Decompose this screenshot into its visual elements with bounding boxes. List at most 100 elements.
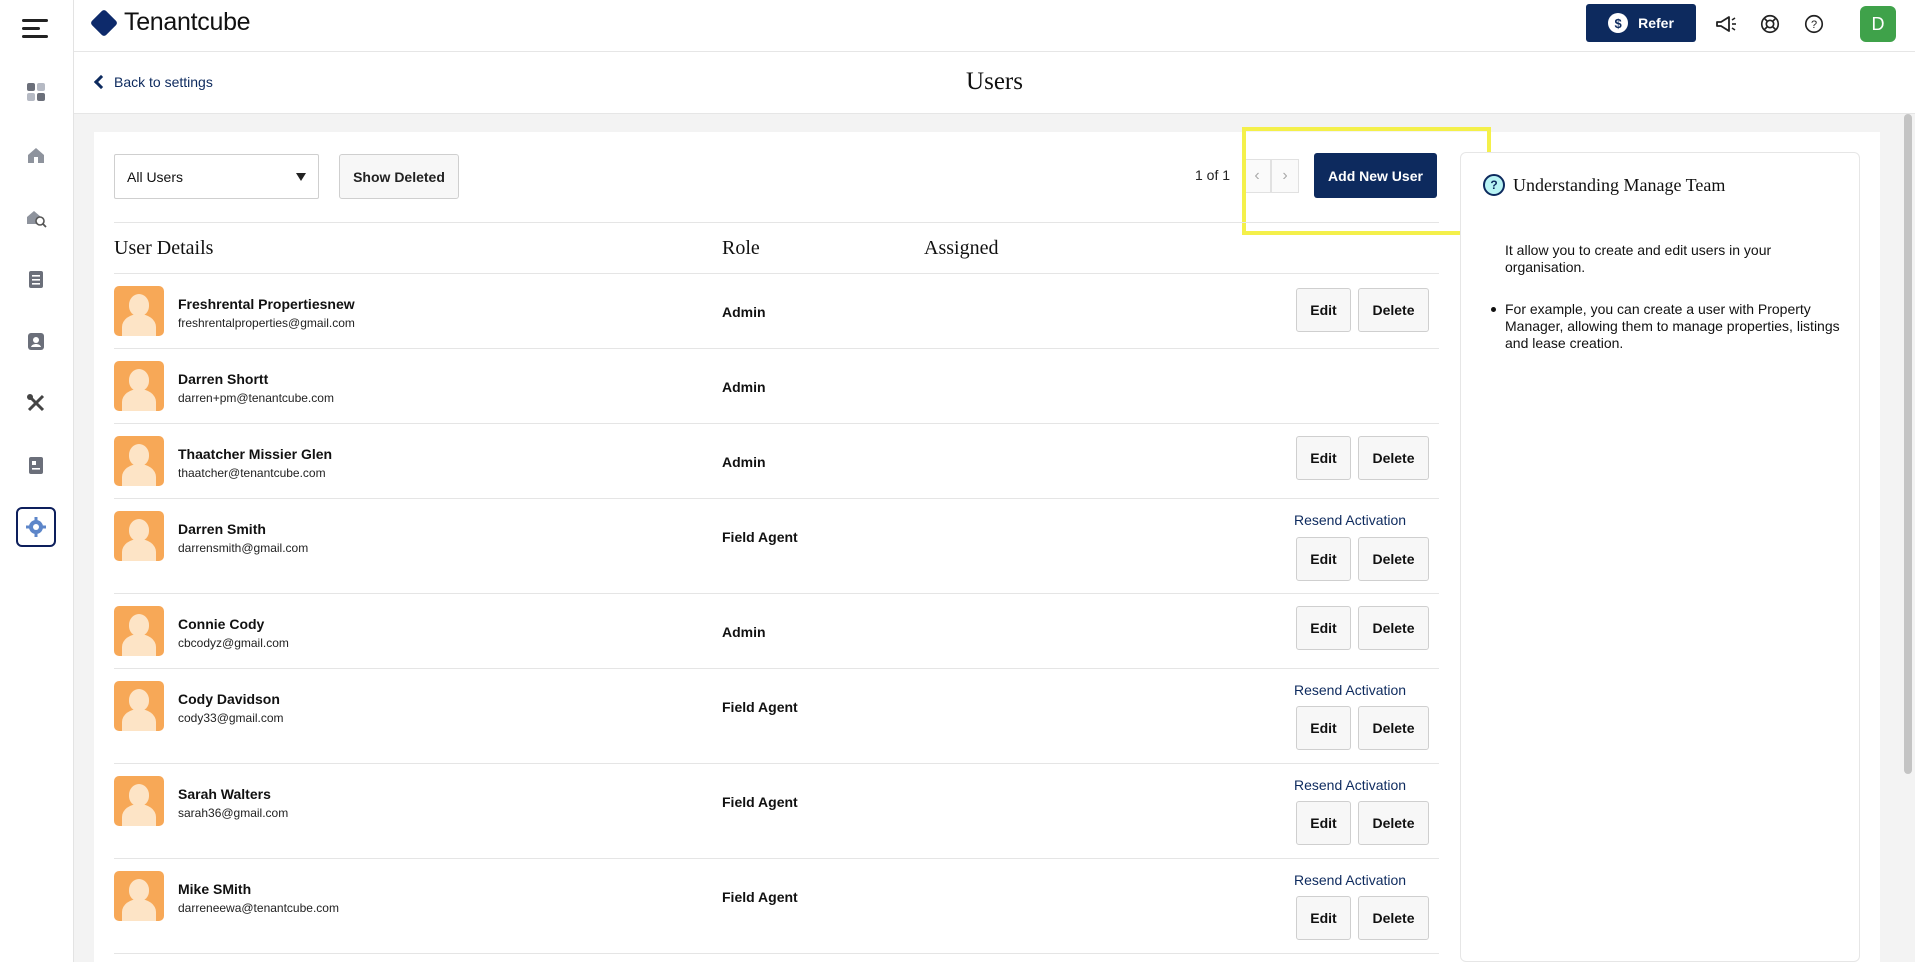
top-header: Tenantcube $ Refer ? D (74, 0, 1915, 52)
page-title: Users (966, 68, 1023, 95)
table-row: Mike SMith darreneewa@tenantcube.com Fie… (114, 859, 1439, 954)
user-email: cbcodyz@gmail.com (178, 636, 289, 650)
settings-icon[interactable] (16, 507, 56, 547)
next-page-button[interactable]: › (1271, 159, 1299, 193)
user-avatar (114, 776, 164, 826)
user-avatar-button[interactable]: D (1860, 6, 1896, 42)
delete-button[interactable]: Delete (1358, 896, 1429, 940)
user-avatar (114, 681, 164, 731)
help-panel-list: For example, you can create a user with … (1491, 301, 1850, 352)
help-panel-intro: It allow you to create and edit users in… (1505, 242, 1772, 275)
delete-button[interactable]: Delete (1358, 436, 1429, 480)
svg-text:?: ? (1811, 19, 1817, 31)
user-email: cody33@gmail.com (178, 711, 284, 725)
delete-button[interactable]: Delete (1358, 537, 1429, 581)
user-name: Connie Cody (178, 616, 265, 632)
user-name: Mike SMith (178, 881, 252, 897)
user-role: Field Agent (722, 889, 798, 905)
question-icon: ? (1483, 174, 1505, 196)
edit-button[interactable]: Edit (1296, 606, 1351, 650)
dashboard-icon[interactable] (16, 72, 56, 112)
user-name: Cody Davidson (178, 691, 280, 707)
user-name: Darren Shortt (178, 371, 269, 387)
user-role: Admin (722, 379, 766, 395)
back-to-settings-link[interactable]: Back to settings (93, 74, 213, 90)
clipboard-icon[interactable] (16, 259, 56, 299)
sub-header: Back to settings Users (74, 52, 1915, 114)
edit-button[interactable]: Edit (1296, 288, 1351, 332)
brand-name: Tenantcube (124, 8, 251, 36)
table-row: Freshrental Propertiesnew freshrentalpro… (114, 274, 1439, 349)
filter-value: All Users (127, 168, 184, 185)
user-avatar (114, 286, 164, 336)
user-filter-select[interactable]: All Users (114, 154, 319, 199)
id-card-icon[interactable] (16, 445, 56, 485)
megaphone-icon[interactable] (1714, 12, 1738, 36)
contacts-icon[interactable] (16, 321, 56, 361)
tools-icon[interactable] (16, 383, 56, 423)
user-name: Freshrental Propertiesnew (178, 296, 355, 312)
refer-button[interactable]: $ Refer (1586, 4, 1696, 42)
user-avatar (114, 511, 164, 561)
edit-button[interactable]: Edit (1296, 436, 1351, 480)
table-row: Thaatcher Missier Glen thaatcher@tenantc… (114, 424, 1439, 499)
users-table-body: Freshrental Propertiesnew freshrentalpro… (114, 274, 1439, 954)
resend-activation-link[interactable]: Resend Activation (1294, 512, 1406, 528)
user-role: Field Agent (722, 529, 798, 545)
table-row: Darren Smith darrensmith@gmail.com Field… (114, 499, 1439, 594)
show-deleted-button[interactable]: Show Deleted (339, 154, 459, 199)
prev-page-button[interactable]: ‹ (1243, 159, 1271, 193)
user-email: freshrentalproperties@gmail.com (178, 316, 355, 330)
user-avatar (114, 436, 164, 486)
users-content: All Users Show Deleted 1 of 1 ‹ › Add Ne… (94, 127, 1880, 962)
user-email: thaatcher@tenantcube.com (178, 466, 326, 480)
pagination-text: 1 of 1 (1195, 167, 1231, 183)
chevron-left-icon: ‹ (1254, 167, 1260, 184)
edit-button[interactable]: Edit (1296, 537, 1351, 581)
help-icon[interactable]: ? (1802, 12, 1826, 36)
edit-button[interactable]: Edit (1296, 896, 1351, 940)
edit-button[interactable]: Edit (1296, 706, 1351, 750)
user-email: darreneewa@tenantcube.com (178, 901, 339, 915)
property-search-icon[interactable] (16, 197, 56, 237)
user-name: Sarah Walters (178, 786, 271, 802)
page-scrollbar[interactable] (1904, 114, 1912, 774)
user-role: Field Agent (722, 699, 798, 715)
chevron-right-icon: › (1282, 167, 1288, 184)
delete-button[interactable]: Delete (1358, 706, 1429, 750)
menu-icon[interactable] (22, 16, 48, 38)
resend-activation-link[interactable]: Resend Activation (1294, 682, 1406, 698)
resend-activation-link[interactable]: Resend Activation (1294, 777, 1406, 793)
user-name: Darren Smith (178, 521, 266, 537)
user-name: Thaatcher Missier Glen (178, 446, 333, 462)
logo-mark-icon (89, 8, 119, 37)
back-label: Back to settings (114, 74, 213, 90)
edit-button[interactable]: Edit (1296, 801, 1351, 845)
user-avatar (114, 606, 164, 656)
user-avatar (114, 871, 164, 921)
lifebuoy-icon[interactable] (1758, 12, 1782, 36)
column-header-assigned: Assigned (924, 237, 999, 259)
user-email: sarah36@gmail.com (178, 806, 289, 820)
delete-button[interactable]: Delete (1358, 801, 1429, 845)
dollar-icon: $ (1608, 13, 1629, 33)
user-email: darren+pm@tenantcube.com (178, 391, 334, 405)
user-role: Field Agent (722, 794, 798, 810)
resend-activation-link[interactable]: Resend Activation (1294, 872, 1406, 888)
help-panel: ? Understanding Manage Team It allow you… (1460, 152, 1860, 962)
table-row: Cody Davidson cody33@gmail.com Field Age… (114, 669, 1439, 764)
help-panel-header: ? Understanding Manage Team (1483, 174, 1725, 196)
chevron-left-icon (93, 74, 109, 90)
column-header-user-details: User Details (114, 237, 214, 259)
user-email: darrensmith@gmail.com (178, 541, 309, 555)
brand-logo[interactable]: Tenantcube (89, 8, 251, 37)
add-new-user-button[interactable]: Add New User (1314, 153, 1437, 198)
table-row: Darren Shortt darren+pm@tenantcube.com A… (114, 349, 1439, 424)
user-avatar (114, 361, 164, 411)
table-row: Connie Cody cbcodyz@gmail.com Admin Edit… (114, 594, 1439, 669)
table-row: Sarah Walters sarah36@gmail.com Field Ag… (114, 764, 1439, 859)
delete-button[interactable]: Delete (1358, 606, 1429, 650)
home-icon[interactable] (16, 135, 56, 175)
delete-button[interactable]: Delete (1358, 288, 1429, 332)
column-header-role: Role (722, 237, 760, 259)
